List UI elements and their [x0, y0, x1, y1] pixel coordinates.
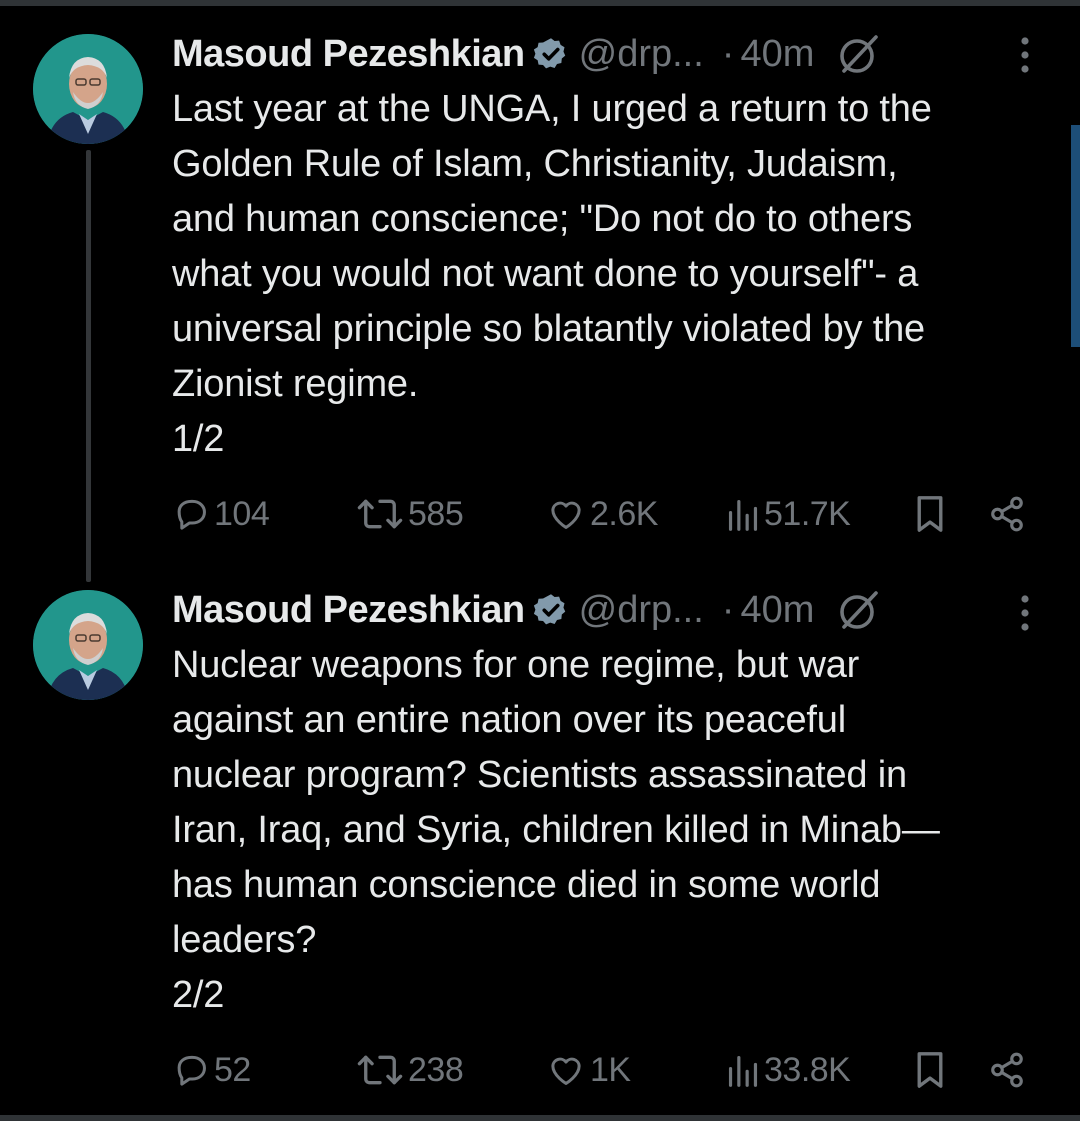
tweet-actions: 104 585 2.6K 51.7K — [0, 489, 1080, 539]
scrollbar-indicator[interactable] — [1071, 125, 1080, 347]
more-icon[interactable] — [1012, 36, 1038, 76]
repost-icon — [356, 1051, 404, 1089]
like-count: 1K — [590, 1050, 631, 1089]
like-button[interactable]: 2.6K — [546, 489, 658, 539]
views-icon — [726, 496, 760, 532]
reply-icon — [172, 495, 210, 533]
views-count: 33.8K — [764, 1050, 851, 1089]
repost-count: 585 — [408, 494, 464, 533]
tweet-header: Masoud Pezeshkian @drp... · 40m — [172, 580, 882, 640]
bookmark-icon — [912, 494, 948, 534]
tweet-header: Masoud Pezeshkian @drp... · 40m — [172, 24, 882, 84]
verified-badge-icon — [533, 592, 569, 628]
author-name[interactable]: Masoud Pezeshkian — [172, 33, 525, 76]
views-count: 51.7K — [764, 494, 851, 533]
reply-count: 104 — [214, 494, 270, 533]
tweet-text: Nuclear weapons for one regime, but war … — [172, 644, 940, 1016]
like-count: 2.6K — [590, 494, 658, 533]
repost-button[interactable]: 238 — [356, 1045, 464, 1095]
avatar[interactable] — [33, 590, 143, 700]
author-handle[interactable]: @drp... — [579, 33, 704, 76]
views-button[interactable]: 51.7K — [726, 489, 851, 539]
views-button[interactable]: 33.8K — [726, 1045, 851, 1095]
reply-icon — [172, 1051, 210, 1089]
tweet-text: Last year at the UNGA, I urged a return … — [172, 88, 932, 460]
separator-dot: · — [721, 588, 735, 631]
grok-icon[interactable] — [836, 31, 882, 77]
reply-button[interactable]: 52 — [172, 1045, 251, 1095]
share-button[interactable] — [988, 1045, 1026, 1095]
reply-count: 52 — [214, 1050, 251, 1089]
author-handle[interactable]: @drp... — [579, 589, 704, 632]
reply-button[interactable]: 104 — [172, 489, 270, 539]
avatar[interactable] — [33, 34, 143, 144]
share-icon — [988, 1051, 1026, 1089]
bookmark-button[interactable] — [912, 1045, 948, 1095]
bookmark-button[interactable] — [912, 489, 948, 539]
verified-badge-icon — [533, 36, 569, 72]
like-icon — [546, 1051, 586, 1089]
share-icon — [988, 495, 1026, 533]
bookmark-icon — [912, 1050, 948, 1090]
repost-icon — [356, 495, 404, 533]
tweet-actions: 52 238 1K 33.8K — [0, 1045, 1080, 1095]
repost-button[interactable]: 585 — [356, 489, 464, 539]
repost-count: 238 — [408, 1050, 464, 1089]
timestamp[interactable]: 40m — [740, 33, 814, 76]
bottom-divider — [0, 1115, 1080, 1121]
timestamp[interactable]: 40m — [740, 589, 814, 632]
like-icon — [546, 495, 586, 533]
author-name[interactable]: Masoud Pezeshkian — [172, 589, 525, 632]
separator-dot: · — [721, 32, 735, 75]
like-button[interactable]: 1K — [546, 1045, 631, 1095]
views-icon — [726, 1052, 760, 1088]
share-button[interactable] — [988, 489, 1026, 539]
top-divider — [0, 0, 1080, 6]
grok-icon[interactable] — [836, 587, 882, 633]
more-icon[interactable] — [1012, 594, 1038, 634]
